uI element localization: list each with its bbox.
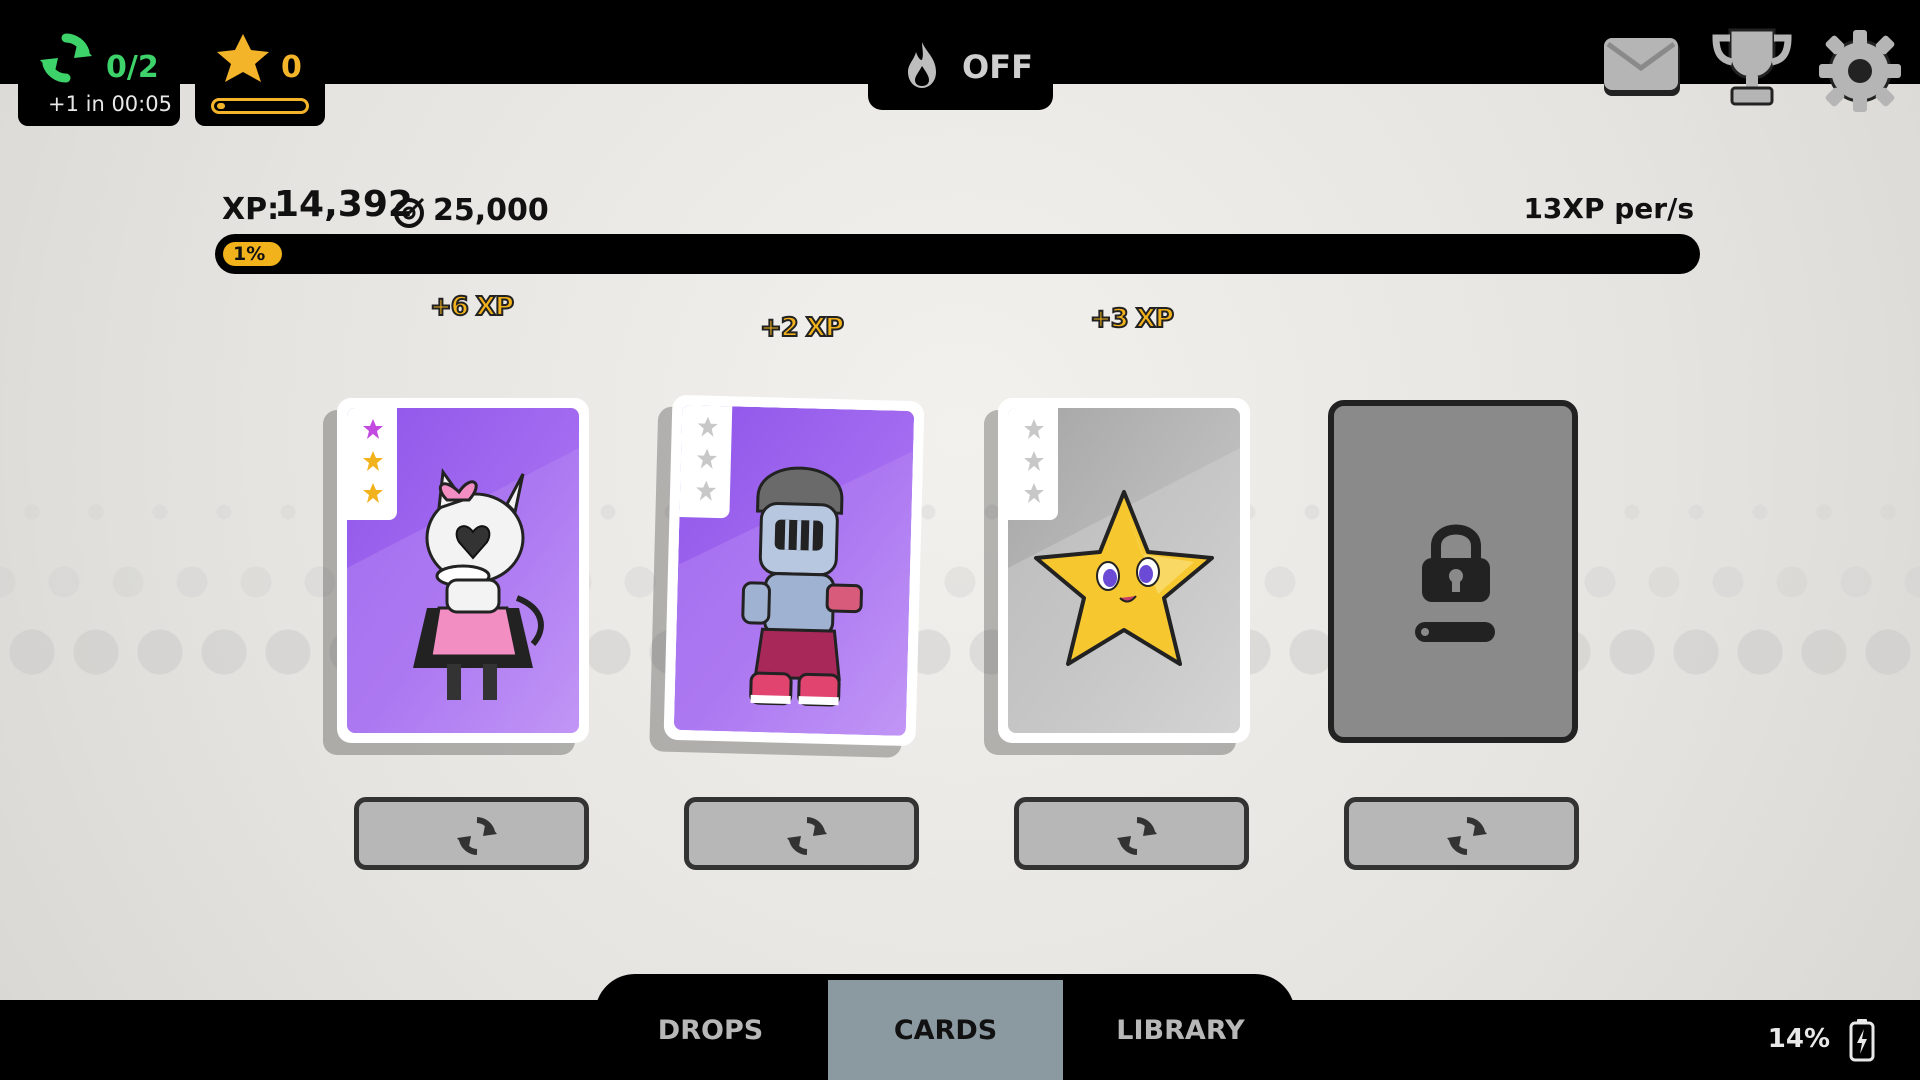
refresh-timer: +1 in 00:05 bbox=[48, 92, 172, 116]
mail-button[interactable] bbox=[1600, 26, 1684, 106]
mail-icon bbox=[1604, 38, 1680, 96]
locked-card-slot[interactable] bbox=[1328, 400, 1578, 743]
rarity-stars bbox=[679, 405, 733, 519]
reroll-icon bbox=[1117, 817, 1157, 855]
tab-cards[interactable]: CARDS bbox=[828, 980, 1063, 1080]
card-xp-gain: +6 XP bbox=[429, 291, 515, 323]
tab-library[interactable]: LIBRARY bbox=[1063, 980, 1298, 1080]
gear-icon bbox=[1819, 30, 1901, 112]
rarity-star-icon bbox=[363, 451, 383, 471]
lock-icon bbox=[1422, 524, 1490, 602]
target-icon bbox=[394, 197, 425, 228]
reroll-button[interactable] bbox=[1344, 797, 1579, 870]
xp-rate: 13XP per/s bbox=[1523, 192, 1694, 225]
rarity-star-icon bbox=[696, 448, 717, 469]
star-progress-bar bbox=[211, 98, 309, 114]
card-xp-gain: +2 XP bbox=[759, 312, 845, 344]
xp-goal: 25,000 bbox=[433, 193, 549, 228]
rarity-star-icon bbox=[1024, 483, 1044, 503]
battery-level: 14% bbox=[1767, 1024, 1830, 1054]
star-icon bbox=[217, 34, 269, 82]
reroll-button[interactable] bbox=[1014, 797, 1249, 870]
xp-progress-bar: 1% bbox=[215, 234, 1700, 274]
boost-toggle[interactable]: OFF bbox=[868, 0, 1053, 110]
xp-progress-label: 1% bbox=[233, 243, 266, 265]
reroll-icon bbox=[1447, 817, 1487, 855]
rarity-star-icon bbox=[363, 483, 383, 503]
rarity-stars bbox=[1008, 408, 1058, 520]
rarity-stars bbox=[347, 408, 397, 520]
refresh-icon bbox=[40, 33, 92, 83]
card-art bbox=[1008, 408, 1240, 733]
rarity-star-icon bbox=[1024, 419, 1044, 439]
tab-drops[interactable]: DROPS bbox=[593, 980, 828, 1080]
lock-progress-bar bbox=[1415, 622, 1495, 642]
card-xp-gain: +3 XP bbox=[1089, 303, 1175, 335]
character-card[interactable] bbox=[998, 398, 1250, 743]
star-progress-fill bbox=[217, 103, 225, 109]
xp-label: XP: bbox=[222, 192, 280, 227]
lock-progress-dot bbox=[1421, 628, 1429, 636]
rarity-star-icon bbox=[696, 480, 717, 501]
settings-button[interactable] bbox=[1815, 26, 1905, 116]
reroll-icon bbox=[457, 817, 497, 855]
reroll-icon bbox=[787, 817, 827, 855]
star-counter[interactable]: 0 bbox=[195, 0, 325, 126]
character-card[interactable] bbox=[663, 394, 925, 747]
trophy-button[interactable] bbox=[1710, 26, 1794, 112]
fire-icon bbox=[908, 42, 936, 88]
card-art bbox=[673, 405, 915, 736]
background-pattern bbox=[0, 470, 1920, 800]
rarity-star-icon bbox=[363, 419, 383, 439]
rarity-star-icon bbox=[1024, 451, 1044, 471]
star-count: 0 bbox=[281, 50, 302, 85]
rarity-star-icon bbox=[697, 416, 718, 437]
battery-charging-icon bbox=[1849, 1019, 1875, 1062]
reroll-button[interactable] bbox=[354, 797, 589, 870]
reroll-button[interactable] bbox=[684, 797, 919, 870]
refresh-count: 0/2 bbox=[106, 50, 159, 85]
character-card[interactable] bbox=[337, 398, 589, 743]
trophy-icon bbox=[1712, 28, 1792, 106]
boost-status: OFF bbox=[962, 48, 1033, 86]
refresh-counter[interactable]: 0/2 +1 in 00:05 bbox=[18, 0, 180, 126]
card-art bbox=[347, 408, 579, 733]
